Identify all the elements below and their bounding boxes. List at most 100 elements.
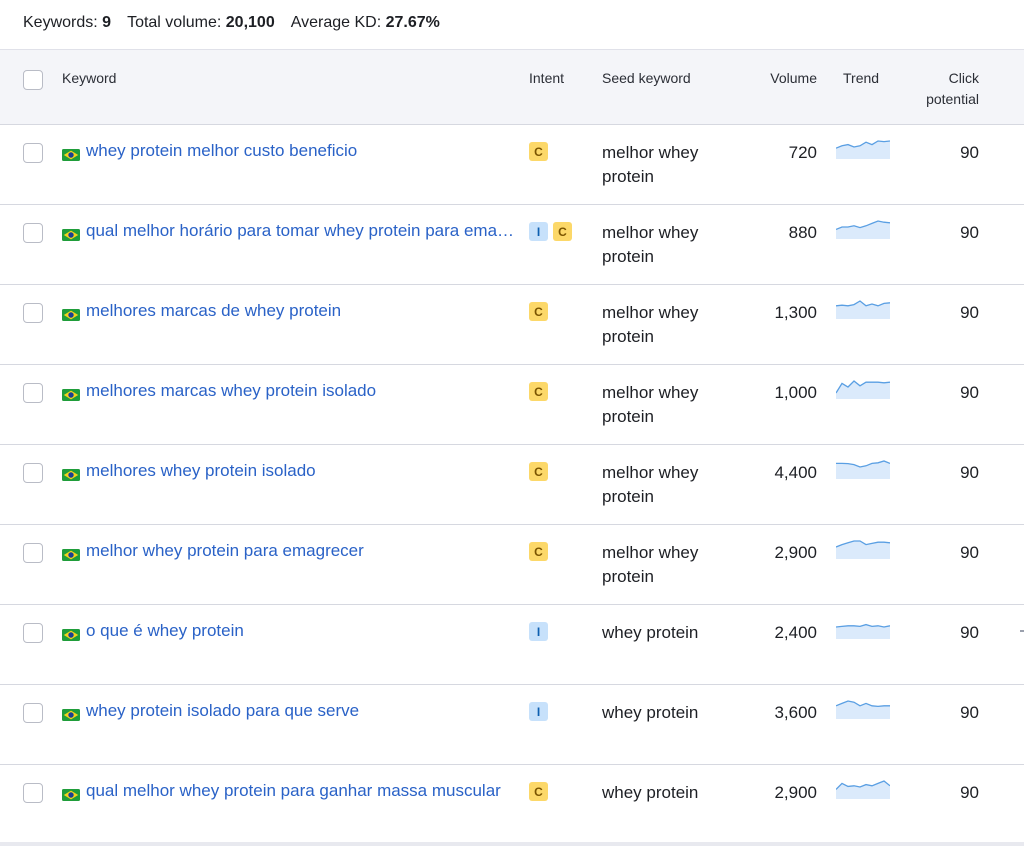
row-checkbox[interactable] bbox=[23, 703, 43, 723]
keyword-link[interactable]: qual melhor horário para tomar whey prot… bbox=[86, 220, 517, 242]
table-row: qual melhor whey protein para ganhar mas… bbox=[0, 765, 1024, 845]
keyword-link[interactable]: whey protein isolado para que serve bbox=[86, 700, 359, 722]
keyword-cell: o que é whey protein bbox=[62, 620, 517, 642]
trend-sparkline[interactable] bbox=[836, 459, 890, 479]
volume-value: 1,000 bbox=[774, 383, 817, 402]
intent-cell: C bbox=[529, 782, 548, 801]
keyword-table: Keyword Intent Seed keyword Volume Trend… bbox=[0, 49, 1024, 845]
intent-badge[interactable]: C bbox=[529, 542, 548, 561]
edge-indicator bbox=[1020, 630, 1024, 632]
intent-cell: C bbox=[529, 462, 548, 481]
keyword-cell: qual melhor horário para tomar whey prot… bbox=[62, 220, 517, 242]
brazil-flag-icon bbox=[62, 545, 80, 561]
intent-cell: C bbox=[529, 142, 548, 161]
keyword-cell: melhor whey protein para emagrecer bbox=[62, 540, 517, 562]
click-potential-value: 90 bbox=[960, 303, 979, 322]
column-header-intent[interactable]: Intent bbox=[529, 68, 564, 89]
trend-sparkline[interactable] bbox=[836, 139, 890, 159]
keyword-cell: melhores marcas whey protein isolado bbox=[62, 380, 517, 402]
trend-sparkline[interactable] bbox=[836, 379, 890, 399]
intent-badge[interactable]: C bbox=[529, 142, 548, 161]
summary-bar: Keywords: 9 Total volume: 20,100 Average… bbox=[23, 12, 440, 34]
trend-sparkline[interactable] bbox=[836, 299, 890, 319]
seed-keyword: melhor whey protein bbox=[602, 463, 699, 506]
trend-sparkline[interactable] bbox=[836, 779, 890, 799]
seed-keyword: whey protein bbox=[602, 703, 699, 722]
intent-badge[interactable]: C bbox=[553, 222, 572, 241]
row-checkbox[interactable] bbox=[23, 463, 43, 483]
column-header-keyword[interactable]: Keyword bbox=[62, 68, 116, 89]
intent-badge[interactable]: C bbox=[529, 302, 548, 321]
column-header-seed-keyword[interactable]: Seed keyword bbox=[602, 68, 691, 89]
row-checkbox[interactable] bbox=[23, 783, 43, 803]
row-checkbox[interactable] bbox=[23, 623, 43, 643]
intent-cell: I bbox=[529, 702, 548, 721]
trend-sparkline[interactable] bbox=[836, 539, 890, 559]
volume-value: 4,400 bbox=[774, 463, 817, 482]
table-row: melhores whey protein isolado C melhor w… bbox=[0, 445, 1024, 525]
brazil-flag-icon bbox=[62, 705, 80, 721]
brazil-flag-icon bbox=[62, 385, 80, 401]
volume-value: 2,900 bbox=[774, 543, 817, 562]
trend-sparkline[interactable] bbox=[836, 619, 890, 639]
keyword-link[interactable]: qual melhor whey protein para ganhar mas… bbox=[86, 780, 501, 802]
click-potential-value: 90 bbox=[960, 783, 979, 802]
select-all-checkbox[interactable] bbox=[23, 70, 43, 90]
trend-sparkline[interactable] bbox=[836, 699, 890, 719]
brazil-flag-icon bbox=[62, 625, 80, 641]
intent-badge[interactable]: C bbox=[529, 782, 548, 801]
column-header-volume[interactable]: Volume bbox=[770, 68, 817, 89]
table-row: whey protein isolado para que serve I wh… bbox=[0, 685, 1024, 765]
intent-badge[interactable]: I bbox=[529, 622, 548, 641]
brazil-flag-icon bbox=[62, 785, 80, 801]
keyword-cell: whey protein isolado para que serve bbox=[62, 700, 517, 722]
intent-badge[interactable]: I bbox=[529, 222, 548, 241]
column-header-trend[interactable]: Trend bbox=[843, 68, 879, 89]
keyword-cell: whey protein melhor custo beneficio bbox=[62, 140, 517, 162]
table-row: qual melhor horário para tomar whey prot… bbox=[0, 205, 1024, 285]
row-checkbox[interactable] bbox=[23, 303, 43, 323]
column-header-click-potential[interactable]: Click potential bbox=[926, 68, 979, 110]
intent-cell: I bbox=[529, 622, 548, 641]
volume-value: 720 bbox=[788, 143, 817, 162]
keyword-cell: melhores whey protein isolado bbox=[62, 460, 517, 482]
keyword-cell: qual melhor whey protein para ganhar mas… bbox=[62, 780, 517, 802]
keyword-link[interactable]: melhores whey protein isolado bbox=[86, 460, 316, 482]
seed-keyword: melhor whey protein bbox=[602, 223, 699, 266]
brazil-flag-icon bbox=[62, 145, 80, 161]
keyword-link[interactable]: melhores marcas whey protein isolado bbox=[86, 380, 376, 402]
row-checkbox[interactable] bbox=[23, 543, 43, 563]
intent-cell: C bbox=[529, 302, 548, 321]
table-row: melhores marcas whey protein isolado C m… bbox=[0, 365, 1024, 445]
keyword-link[interactable]: melhor whey protein para emagrecer bbox=[86, 540, 364, 562]
horizontal-scrollbar[interactable] bbox=[0, 842, 1024, 846]
keyword-link[interactable]: o que é whey protein bbox=[86, 620, 244, 642]
keyword-link[interactable]: whey protein melhor custo beneficio bbox=[86, 140, 357, 162]
intent-badge[interactable]: I bbox=[529, 702, 548, 721]
intent-badge[interactable]: C bbox=[529, 462, 548, 481]
table-row: melhores marcas de whey protein C melhor… bbox=[0, 285, 1024, 365]
seed-keyword: melhor whey protein bbox=[602, 383, 699, 426]
click-potential-value: 90 bbox=[960, 543, 979, 562]
keyword-cell: melhores marcas de whey protein bbox=[62, 300, 517, 322]
brazil-flag-icon bbox=[62, 305, 80, 321]
keywords-count: Keywords: 9 bbox=[23, 14, 112, 31]
average-kd: Average KD: 27.67% bbox=[290, 14, 440, 31]
keyword-link[interactable]: melhores marcas de whey protein bbox=[86, 300, 341, 322]
brazil-flag-icon bbox=[62, 465, 80, 481]
trend-sparkline[interactable] bbox=[836, 219, 890, 239]
table-row: melhor whey protein para emagrecer C mel… bbox=[0, 525, 1024, 605]
click-potential-value: 90 bbox=[960, 143, 979, 162]
row-checkbox[interactable] bbox=[23, 143, 43, 163]
seed-keyword: whey protein bbox=[602, 783, 699, 802]
volume-value: 880 bbox=[788, 223, 817, 242]
click-potential-value: 90 bbox=[960, 703, 979, 722]
intent-badge[interactable]: C bbox=[529, 382, 548, 401]
row-checkbox[interactable] bbox=[23, 383, 43, 403]
volume-value: 1,300 bbox=[774, 303, 817, 322]
row-checkbox[interactable] bbox=[23, 223, 43, 243]
table-row: o que é whey protein I whey protein 2,40… bbox=[0, 605, 1024, 685]
click-potential-value: 90 bbox=[960, 463, 979, 482]
brazil-flag-icon bbox=[62, 225, 80, 241]
intent-cell: C bbox=[529, 542, 548, 561]
